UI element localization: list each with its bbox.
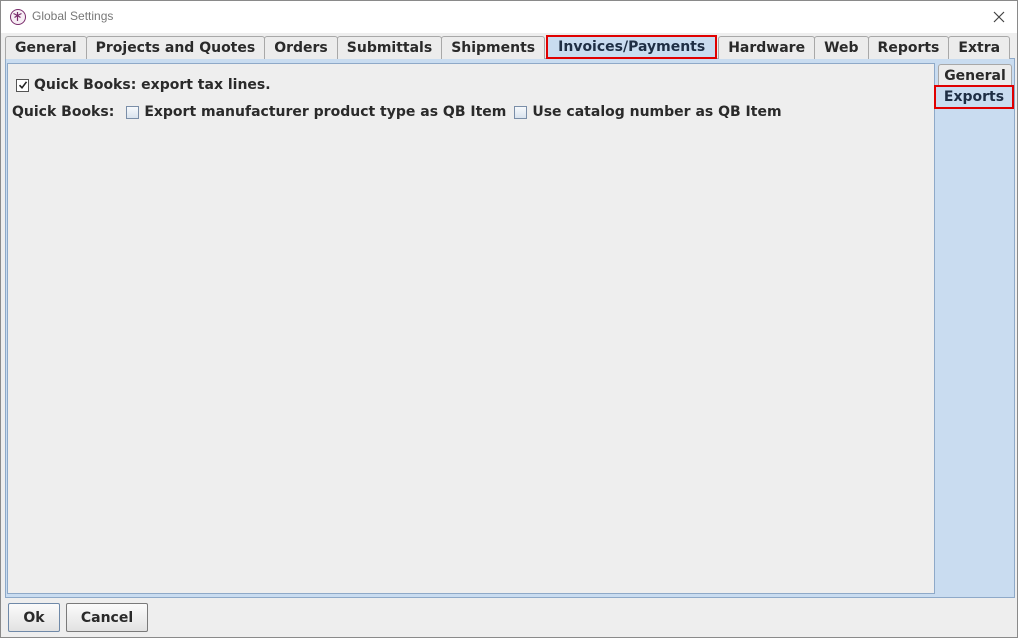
export-tax-lines-checkbox[interactable] xyxy=(16,78,29,92)
quickbooks-item-options-row: Quick Books: Export manufacturer product… xyxy=(12,104,782,120)
tab-submittals[interactable]: Submittals xyxy=(336,36,443,59)
close-icon xyxy=(993,11,1005,23)
tab-web[interactable]: Web xyxy=(814,36,869,59)
export-tax-lines-label: Quick Books: export tax lines. xyxy=(34,77,271,93)
tab-extra[interactable]: Extra xyxy=(948,36,1011,59)
tab-projects-and-quotes[interactable]: Projects and Quotes xyxy=(85,36,266,59)
side-tab-general[interactable]: General xyxy=(938,64,1012,86)
checkmark-icon xyxy=(18,81,27,90)
cancel-button[interactable]: Cancel xyxy=(66,603,148,632)
global-settings-window: Global Settings General Projects and Quo… xyxy=(0,0,1018,638)
close-button[interactable] xyxy=(989,7,1009,27)
title-bar: Global Settings xyxy=(1,1,1017,33)
quickbooks-label: Quick Books: xyxy=(12,104,115,120)
window-title: Global Settings xyxy=(32,9,114,23)
main-tab-strip: General Projects and Quotes Orders Submi… xyxy=(5,35,1011,59)
tab-reports[interactable]: Reports xyxy=(867,36,950,59)
ok-button[interactable]: Ok xyxy=(8,603,60,632)
manufacturer-product-type-checkbox[interactable] xyxy=(126,105,140,119)
side-tab-exports[interactable]: Exports xyxy=(934,85,1014,109)
tab-shipments[interactable]: Shipments xyxy=(441,36,546,59)
tab-general[interactable]: General xyxy=(5,36,87,59)
export-tax-lines-row: Quick Books: export tax lines. xyxy=(16,77,271,93)
exports-settings-panel: Quick Books: export tax lines. Quick Boo… xyxy=(7,63,935,594)
palm-tree-logo-icon xyxy=(10,9,26,25)
tab-orders[interactable]: Orders xyxy=(264,36,338,59)
catalog-number-label: Use catalog number as QB Item xyxy=(532,104,782,120)
manufacturer-product-type-label: Export manufacturer product type as QB I… xyxy=(144,104,507,120)
catalog-number-checkbox[interactable] xyxy=(514,105,528,119)
tab-invoices-payments[interactable]: Invoices/Payments xyxy=(546,35,718,59)
tab-hardware[interactable]: Hardware xyxy=(718,36,816,59)
